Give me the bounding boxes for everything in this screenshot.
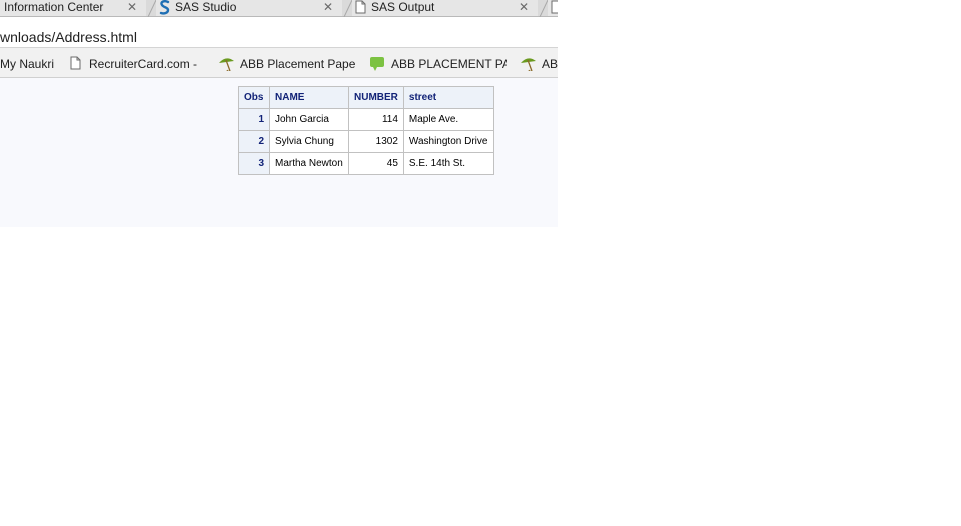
umbrella-icon [520, 56, 536, 71]
column-header-obs: Obs [238, 86, 270, 109]
obs-cell: 1 [238, 108, 270, 131]
tab-separator [146, 0, 157, 17]
name-cell: John Garcia [269, 108, 349, 131]
street-cell: Maple Ave. [402, 108, 494, 131]
column-header-number: NUMBER [348, 86, 404, 109]
table-header-row: Obs NAME NUMBER street [238, 86, 494, 109]
name-cell: Martha Newton [269, 152, 349, 175]
close-icon[interactable]: ✕ [127, 0, 137, 14]
column-header-street: street [402, 86, 494, 109]
browser-window: Information Center ✕ SAS Studio ✕ SAS Ou… [0, 0, 558, 227]
table-row: 1 John Garcia 114 Maple Ave. [238, 108, 494, 131]
bookmark-label: My Naukri [0, 57, 55, 71]
bookmark-label: ABB Placement Pape [240, 57, 356, 71]
speech-bubble-icon [369, 56, 385, 71]
close-icon[interactable]: ✕ [323, 0, 333, 14]
bookmark-abb-placement-papers[interactable]: ABB Placement Pape [218, 55, 356, 71]
umbrella-icon [218, 56, 234, 71]
bookmark-my-naukri[interactable]: My Naukri [0, 55, 60, 71]
tab-sas-output[interactable]: SAS Output ✕ [352, 0, 538, 16]
number-cell: 45 [348, 152, 404, 175]
bookmark-label: AB [542, 57, 558, 71]
tab-title: SAS Output [371, 0, 435, 14]
tab-next-partial[interactable] [548, 0, 558, 16]
bookmark-label: RecruiterCard.com - [89, 57, 198, 71]
tab-information-center[interactable]: Information Center ✕ [0, 0, 146, 16]
document-icon [70, 56, 86, 72]
tab-sas-studio[interactable]: SAS Studio ✕ [156, 0, 342, 16]
tab-separator [538, 0, 549, 17]
street-cell: Washington Drive [402, 130, 494, 153]
table-row: 2 Sylvia Chung 1302 Washington Drive [238, 130, 494, 153]
address-bar[interactable]: wnloads/Address.html [0, 17, 558, 48]
column-header-name: NAME [269, 86, 349, 109]
tab-strip: Information Center ✕ SAS Studio ✕ SAS Ou… [0, 0, 558, 17]
table-row: 3 Martha Newton 45 S.E. 14th St. [238, 152, 494, 175]
sas-logo-icon [159, 0, 171, 18]
bookmarks-bar: My Naukri RecruiterCard.com - ABB Placem… [0, 48, 558, 78]
obs-cell: 3 [238, 152, 270, 175]
obs-cell: 2 [238, 130, 270, 153]
url-text[interactable]: wnloads/Address.html [0, 29, 137, 45]
bookmark-abb-placement-papers-caps[interactable]: ABB PLACEMENT PA [369, 55, 507, 71]
document-icon [355, 0, 366, 17]
name-cell: Sylvia Chung [269, 130, 349, 153]
tab-title: Information Center [4, 0, 104, 14]
bookmark-recruitercard[interactable]: RecruiterCard.com - [68, 55, 203, 71]
number-cell: 1302 [348, 130, 404, 153]
bookmark-label: ABB PLACEMENT PA [391, 57, 507, 71]
tab-separator [342, 0, 353, 17]
bookmark-abb-partial[interactable]: AB [520, 55, 558, 71]
street-cell: S.E. 14th St. [402, 152, 494, 175]
number-cell: 114 [348, 108, 404, 131]
sas-output-table: Obs NAME NUMBER street 1 John Garcia 114… [238, 86, 494, 175]
close-icon[interactable]: ✕ [519, 0, 529, 14]
page-content: Obs NAME NUMBER street 1 John Garcia 114… [0, 78, 558, 227]
tab-title: SAS Studio [175, 0, 237, 14]
